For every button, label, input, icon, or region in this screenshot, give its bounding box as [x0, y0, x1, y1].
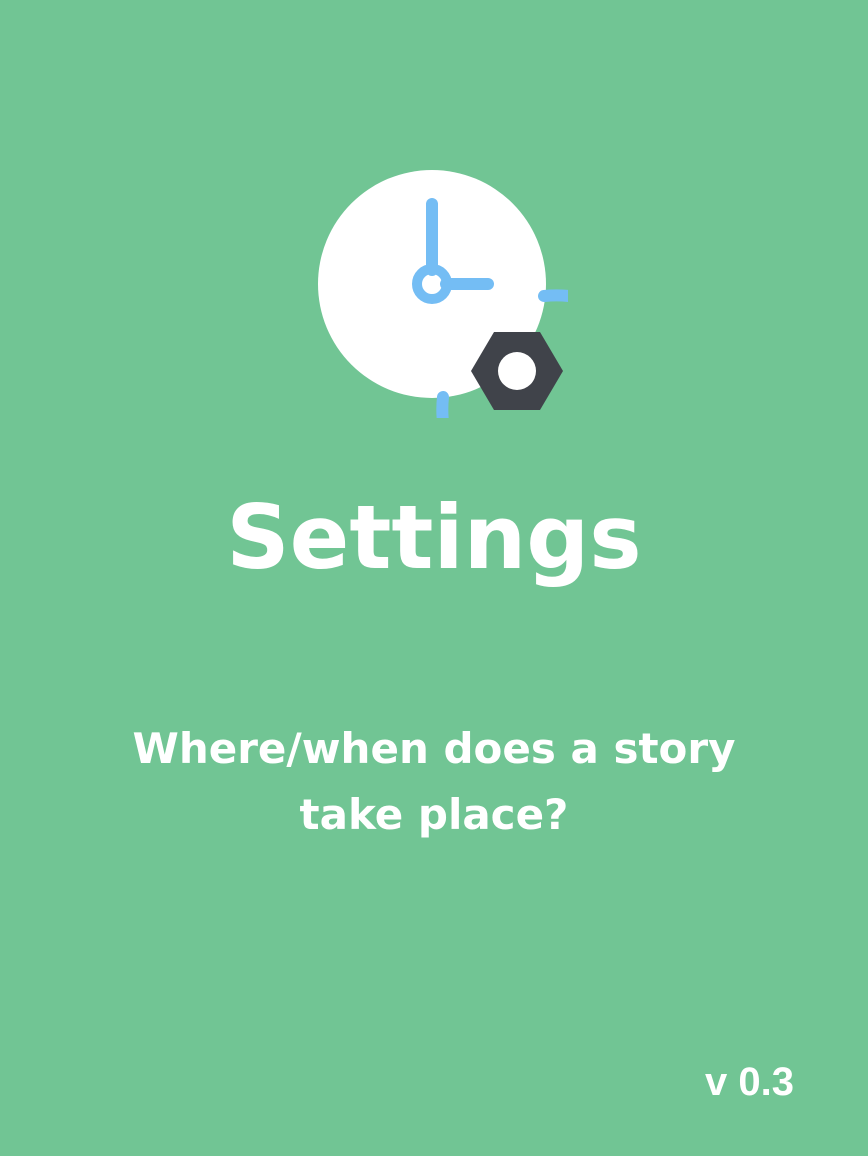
nut-hole [498, 352, 536, 390]
page-title: Settings [226, 486, 642, 589]
clock-settings-icon [308, 158, 568, 418]
page-subtitle: Where/when does a story take place? [132, 724, 736, 839]
version-label: v 0.3 [705, 1060, 794, 1104]
settings-card[interactable]: Settings Where/when does a story take pl… [0, 0, 868, 1156]
